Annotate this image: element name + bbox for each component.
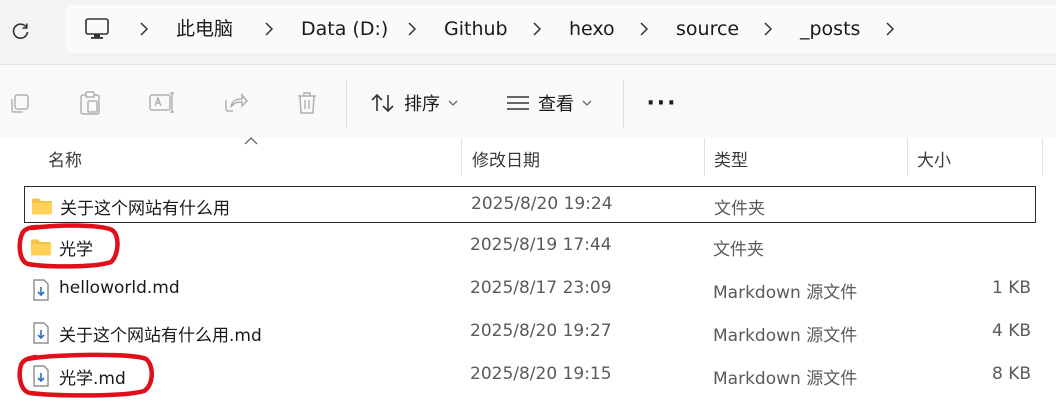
chevron-down-icon: [448, 100, 458, 106]
file-type: Markdown 源文件: [713, 283, 858, 303]
column-header-row: 名称 修改日期 类型 大小: [0, 137, 1056, 176]
file-name: 光学: [59, 240, 93, 260]
chevron-right-icon[interactable]: [406, 21, 418, 37]
file-name: 关于这个网站有什么用.md: [59, 326, 262, 346]
sort-label: 排序: [404, 94, 440, 115]
file-modified: 2025/8/20 19:15: [470, 364, 612, 384]
command-bar: 排序 查看 ···: [0, 64, 1056, 139]
sort-button[interactable]: 排序: [370, 87, 458, 119]
refresh-button[interactable]: [6, 16, 36, 46]
view-button[interactable]: 查看: [506, 87, 592, 119]
markdown-file-icon: [33, 279, 49, 301]
delete-button[interactable]: [291, 87, 323, 119]
file-row[interactable]: 关于这个网站有什么用.md 2025/8/20 19:27 Markdown 源…: [24, 314, 1036, 351]
file-row[interactable]: 光学 2025/8/19 17:44 文件夹: [24, 228, 1036, 265]
sort-ascending-icon: [244, 137, 258, 145]
copy-icon: [11, 94, 29, 113]
chevron-right-icon[interactable]: [531, 21, 543, 37]
file-modified: 2025/8/19 17:44: [470, 235, 612, 255]
file-name: 关于这个网站有什么用: [60, 199, 230, 219]
column-divider[interactable]: [907, 138, 908, 176]
file-modified: 2025/8/20 19:27: [470, 321, 612, 341]
toolbar-divider: [346, 81, 347, 127]
column-header-type[interactable]: 类型: [714, 146, 748, 171]
file-row[interactable]: 关于这个网站有什么用 2025/8/20 19:24 文件夹: [24, 186, 1036, 223]
rename-button[interactable]: [146, 87, 178, 119]
column-divider[interactable]: [461, 138, 462, 176]
file-size: 4 KB: [991, 321, 1031, 341]
file-type: Markdown 源文件: [713, 326, 858, 346]
this-pc-icon[interactable]: [84, 16, 110, 42]
address-toolbar: 此电脑 Data (D:) Github hexo source _posts: [0, 0, 1056, 64]
chevron-down-icon: [582, 100, 592, 106]
markdown-file-icon: [33, 365, 49, 387]
folder-icon: [31, 239, 51, 256]
folder-icon: [32, 198, 52, 215]
column-divider[interactable]: [1042, 138, 1043, 176]
breadcrumb-this-pc[interactable]: 此电脑: [176, 17, 233, 41]
column-header-name[interactable]: 名称: [48, 146, 82, 171]
file-row[interactable]: helloworld.md 2025/8/17 23:09 Markdown 源…: [24, 271, 1036, 308]
file-modified: 2025/8/20 19:24: [471, 194, 613, 214]
column-header-size[interactable]: 大小: [917, 146, 951, 171]
chevron-right-icon[interactable]: [762, 21, 774, 37]
file-type: 文件夹: [714, 199, 765, 219]
file-name: 光学.md: [59, 369, 126, 389]
file-modified: 2025/8/17 23:09: [470, 278, 612, 298]
view-list-icon: [507, 96, 529, 110]
column-divider[interactable]: [704, 138, 705, 176]
breadcrumb-hexo[interactable]: hexo: [569, 17, 615, 41]
paste-icon: [80, 91, 100, 115]
breadcrumb-source[interactable]: source: [676, 17, 739, 41]
breadcrumb-github[interactable]: Github: [444, 17, 508, 41]
file-name: helloworld.md: [59, 278, 180, 298]
column-header-modified[interactable]: 修改日期: [472, 146, 540, 171]
rename-icon: [149, 92, 174, 113]
chevron-right-icon[interactable]: [638, 21, 650, 37]
file-size: 8 KB: [991, 364, 1031, 384]
share-button[interactable]: [220, 87, 252, 119]
breadcrumb-data-drive[interactable]: Data (D:): [301, 17, 388, 41]
chevron-right-icon[interactable]: [138, 21, 150, 37]
sort-icon: [371, 93, 394, 113]
file-size: 1 KB: [991, 278, 1031, 298]
refresh-icon: [12, 23, 29, 39]
copy-button[interactable]: [4, 87, 36, 119]
toolbar-divider: [623, 81, 624, 127]
more-options-button[interactable]: ···: [642, 91, 682, 116]
markdown-file-icon: [33, 322, 49, 344]
paste-button[interactable]: [74, 87, 106, 119]
breadcrumb-posts[interactable]: _posts: [800, 17, 860, 41]
file-row[interactable]: 光学.md 2025/8/20 19:15 Markdown 源文件 8 KB: [24, 357, 1036, 394]
file-type: Markdown 源文件: [713, 369, 858, 389]
file-type: 文件夹: [713, 240, 764, 260]
chevron-right-icon[interactable]: [263, 21, 275, 37]
chevron-right-icon[interactable]: [884, 21, 896, 37]
view-label: 查看: [538, 94, 574, 115]
share-icon: [225, 92, 249, 112]
trash-icon: [298, 92, 316, 114]
